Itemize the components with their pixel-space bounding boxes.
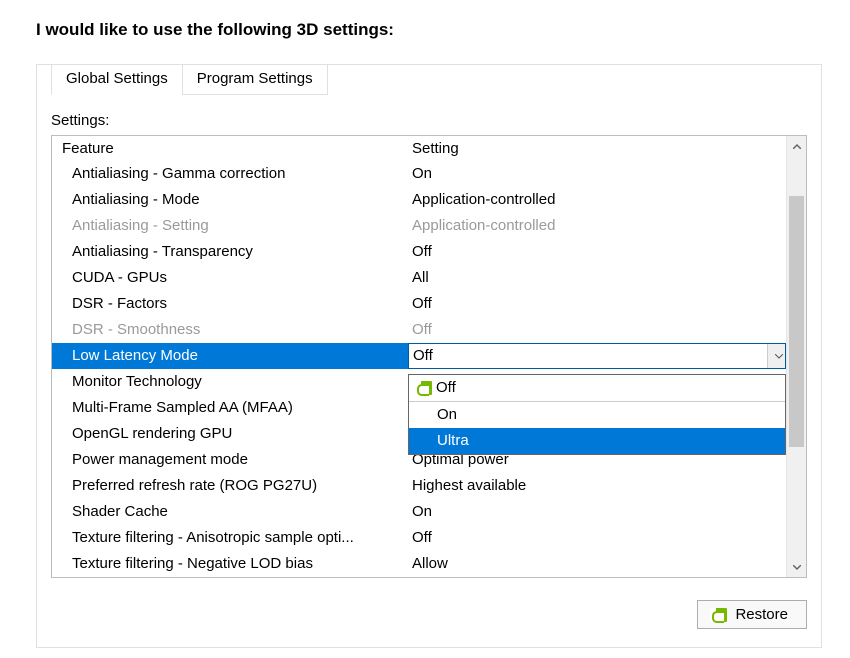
scroll-up-icon[interactable] — [787, 136, 806, 156]
cell-feature: CUDA - GPUs — [72, 267, 412, 289]
cell-feature: DSR - Factors — [72, 293, 412, 315]
cell-feature: DSR - Smoothness — [72, 319, 412, 341]
dropdown-option-ultra[interactable]: Ultra — [409, 428, 785, 454]
table-row[interactable]: Antialiasing - Gamma correction On — [52, 161, 786, 187]
table-row[interactable]: CUDA - GPUs All — [52, 265, 786, 291]
dropdown-popup[interactable]: Off On Ultra — [408, 374, 786, 455]
scroll-down-icon[interactable] — [787, 557, 806, 577]
dropdown-option-off[interactable]: Off — [409, 375, 785, 401]
table-row[interactable]: DSR - Factors Off — [52, 291, 786, 317]
tab-global-settings[interactable]: Global Settings — [51, 64, 183, 95]
cell-feature: Antialiasing - Mode — [72, 189, 412, 211]
cell-feature: Texture filtering - Anisotropic sample o… — [72, 527, 412, 549]
cell-setting: Off — [412, 527, 786, 549]
table-row[interactable]: DSR - Smoothness Off — [52, 317, 786, 343]
cell-feature: Multi-Frame Sampled AA (MFAA) — [72, 397, 412, 419]
cell-feature: Monitor Technology — [72, 371, 412, 393]
restore-label: Restore — [735, 606, 788, 623]
cell-feature: OpenGL rendering GPU — [72, 423, 412, 445]
cell-feature: Preferred refresh rate (ROG PG27U) — [72, 475, 412, 497]
settings-label: Settings: — [51, 112, 807, 129]
cell-feature: Power management mode — [72, 449, 412, 471]
cell-setting: Application-controlled — [412, 189, 786, 211]
restore-button[interactable]: Restore — [697, 600, 807, 629]
cell-setting: On — [412, 163, 786, 185]
cell-feature: Antialiasing - Transparency — [72, 241, 412, 263]
page-title: I would like to use the following 3D set… — [36, 20, 822, 40]
table-header: Feature Setting — [52, 136, 786, 161]
cell-setting: All — [412, 267, 786, 289]
table-row[interactable]: Preferred refresh rate (ROG PG27U) Highe… — [52, 473, 786, 499]
cell-setting: Off — [412, 319, 786, 341]
settings-panel: Global Settings Program Settings Setting… — [36, 64, 822, 648]
table-row[interactable]: Antialiasing - Transparency Off — [52, 239, 786, 265]
nvidia-icon — [415, 381, 432, 395]
cell-feature: Shader Cache — [72, 501, 412, 523]
chevron-down-icon[interactable] — [767, 344, 785, 368]
cell-setting: Highest available — [412, 475, 786, 497]
cell-setting: On — [412, 501, 786, 523]
scrollbar-thumb[interactable] — [789, 196, 804, 447]
table-row[interactable]: Antialiasing - Setting Application-contr… — [52, 213, 786, 239]
cell-feature: Antialiasing - Setting — [72, 215, 412, 237]
scrollbar[interactable] — [786, 136, 806, 577]
cell-setting: Off — [412, 293, 786, 315]
cell-setting: Off — [412, 241, 786, 263]
cell-feature: Low Latency Mode — [72, 345, 412, 367]
settings-table: Feature Setting Antialiasing - Gamma cor… — [51, 135, 807, 578]
dropdown-option-on[interactable]: On — [409, 402, 785, 428]
table-row[interactable]: Shader Cache On — [52, 499, 786, 525]
dropdown-option-label: Off — [436, 377, 456, 399]
cell-setting: Application-controlled — [412, 215, 786, 237]
tab-program-settings[interactable]: Program Settings — [182, 64, 328, 95]
setting-dropdown[interactable]: Off — [408, 343, 786, 369]
table-row-selected[interactable]: Low Latency Mode Off — [52, 343, 786, 369]
dropdown-value: Off — [413, 345, 433, 367]
table-row[interactable]: Texture filtering - Anisotropic sample o… — [52, 525, 786, 551]
table-row[interactable]: Antialiasing - Mode Application-controll… — [52, 187, 786, 213]
cell-feature: Texture filtering - Negative LOD bias — [72, 553, 412, 575]
cell-setting: Allow — [412, 553, 786, 575]
cell-feature: Antialiasing - Gamma correction — [72, 163, 412, 185]
header-feature: Feature — [62, 140, 412, 157]
table-row[interactable]: Texture filtering - Negative LOD bias Al… — [52, 551, 786, 577]
header-setting: Setting — [412, 140, 786, 157]
nvidia-icon — [710, 608, 727, 622]
